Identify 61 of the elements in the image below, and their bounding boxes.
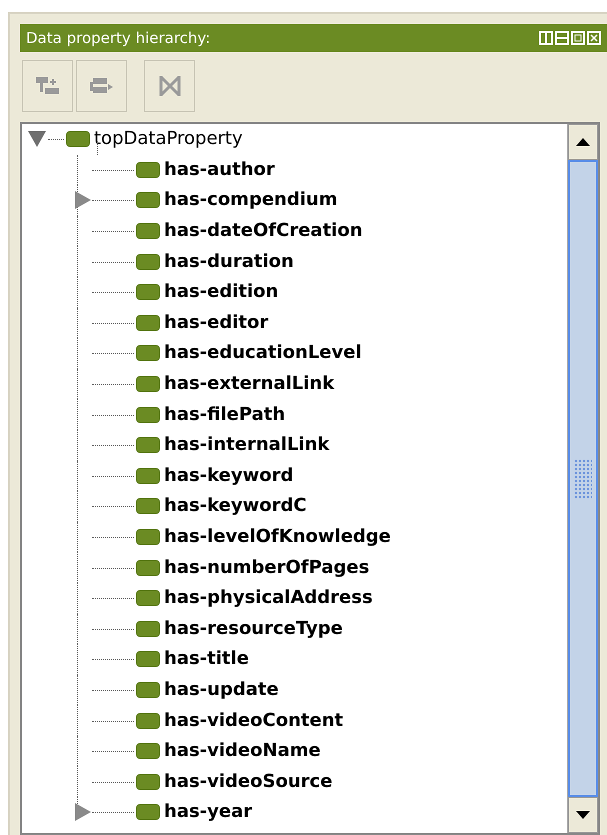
data-property-icon — [136, 162, 160, 178]
property-label[interactable]: has-editor — [164, 312, 268, 334]
property-label[interactable]: has-keyword — [164, 464, 294, 487]
up-arrow-icon — [576, 138, 590, 146]
property-label[interactable]: has-resourceType — [164, 618, 343, 640]
expand-triangle-icon[interactable] — [74, 803, 92, 822]
property-label[interactable]: has-levelOfKnowledge — [164, 526, 391, 548]
data-property-icon — [136, 376, 160, 392]
panel-title: Data property hierarchy: — [26, 29, 210, 47]
data-property-icon — [136, 314, 160, 331]
data-property-icon — [136, 774, 160, 790]
close-icon[interactable] — [587, 31, 601, 45]
data-property-icon — [136, 529, 160, 546]
data-property-icon — [136, 743, 160, 760]
property-label[interactable]: has-videoContent — [164, 710, 344, 732]
delete-icon — [156, 73, 182, 99]
add-subproperty-icon — [34, 75, 60, 97]
property-label[interactable]: has-externalLink — [164, 373, 334, 396]
property-label[interactable]: has-videoName — [164, 740, 321, 762]
data-property-icon — [136, 223, 160, 240]
property-label[interactable]: has-keywordC — [164, 495, 307, 518]
property-label[interactable]: has-internalLink — [164, 434, 330, 456]
split-horizontal-icon[interactable] — [555, 31, 569, 45]
property-label[interactable]: has-author — [164, 158, 275, 181]
data-property-icon — [136, 345, 160, 362]
property-label[interactable]: has-educationLevel — [164, 342, 362, 364]
down-arrow-icon — [576, 811, 590, 819]
maximize-icon[interactable] — [571, 31, 585, 45]
property-label[interactable]: topDataProperty — [94, 128, 243, 150]
data-property-icon — [136, 406, 160, 423]
property-label[interactable]: has-numberOfPages — [164, 556, 370, 579]
data-property-icon — [136, 682, 160, 698]
scroll-down-button[interactable] — [568, 797, 598, 833]
data-property-icon — [136, 437, 160, 454]
scrollbar-thumb[interactable] — [568, 160, 598, 797]
data-property-icon — [136, 254, 160, 270]
data-property-icon — [136, 284, 160, 300]
data-property-icon — [136, 498, 160, 514]
property-label[interactable]: has-year — [164, 801, 252, 824]
data-property-icon — [136, 468, 160, 484]
property-label[interactable]: has-update — [164, 678, 279, 701]
data-property-icon — [136, 192, 160, 208]
property-label[interactable]: has-title — [164, 648, 249, 670]
data-property-icon — [136, 560, 160, 576]
expand-triangle-icon[interactable] — [74, 191, 92, 210]
split-vertical-icon[interactable] — [539, 31, 553, 45]
data-property-icon — [136, 590, 160, 606]
property-label[interactable]: has-edition — [164, 281, 278, 304]
property-label[interactable]: has-duration — [164, 250, 294, 273]
collapse-triangle-icon[interactable] — [28, 130, 46, 148]
scroll-up-button[interactable] — [568, 124, 598, 160]
data-property-icon — [136, 620, 160, 637]
property-label[interactable]: has-physicalAddress — [164, 587, 373, 610]
data-property-icon — [66, 131, 90, 148]
property-label[interactable]: has-filePath — [164, 404, 286, 426]
property-label[interactable]: has-videoSource — [164, 770, 332, 793]
property-label[interactable]: has-compendium — [164, 189, 338, 212]
data-property-icon — [136, 804, 160, 820]
property-label[interactable]: has-dateOfCreation — [164, 220, 363, 242]
data-property-icon — [136, 651, 160, 668]
data-property-icon — [136, 712, 160, 729]
